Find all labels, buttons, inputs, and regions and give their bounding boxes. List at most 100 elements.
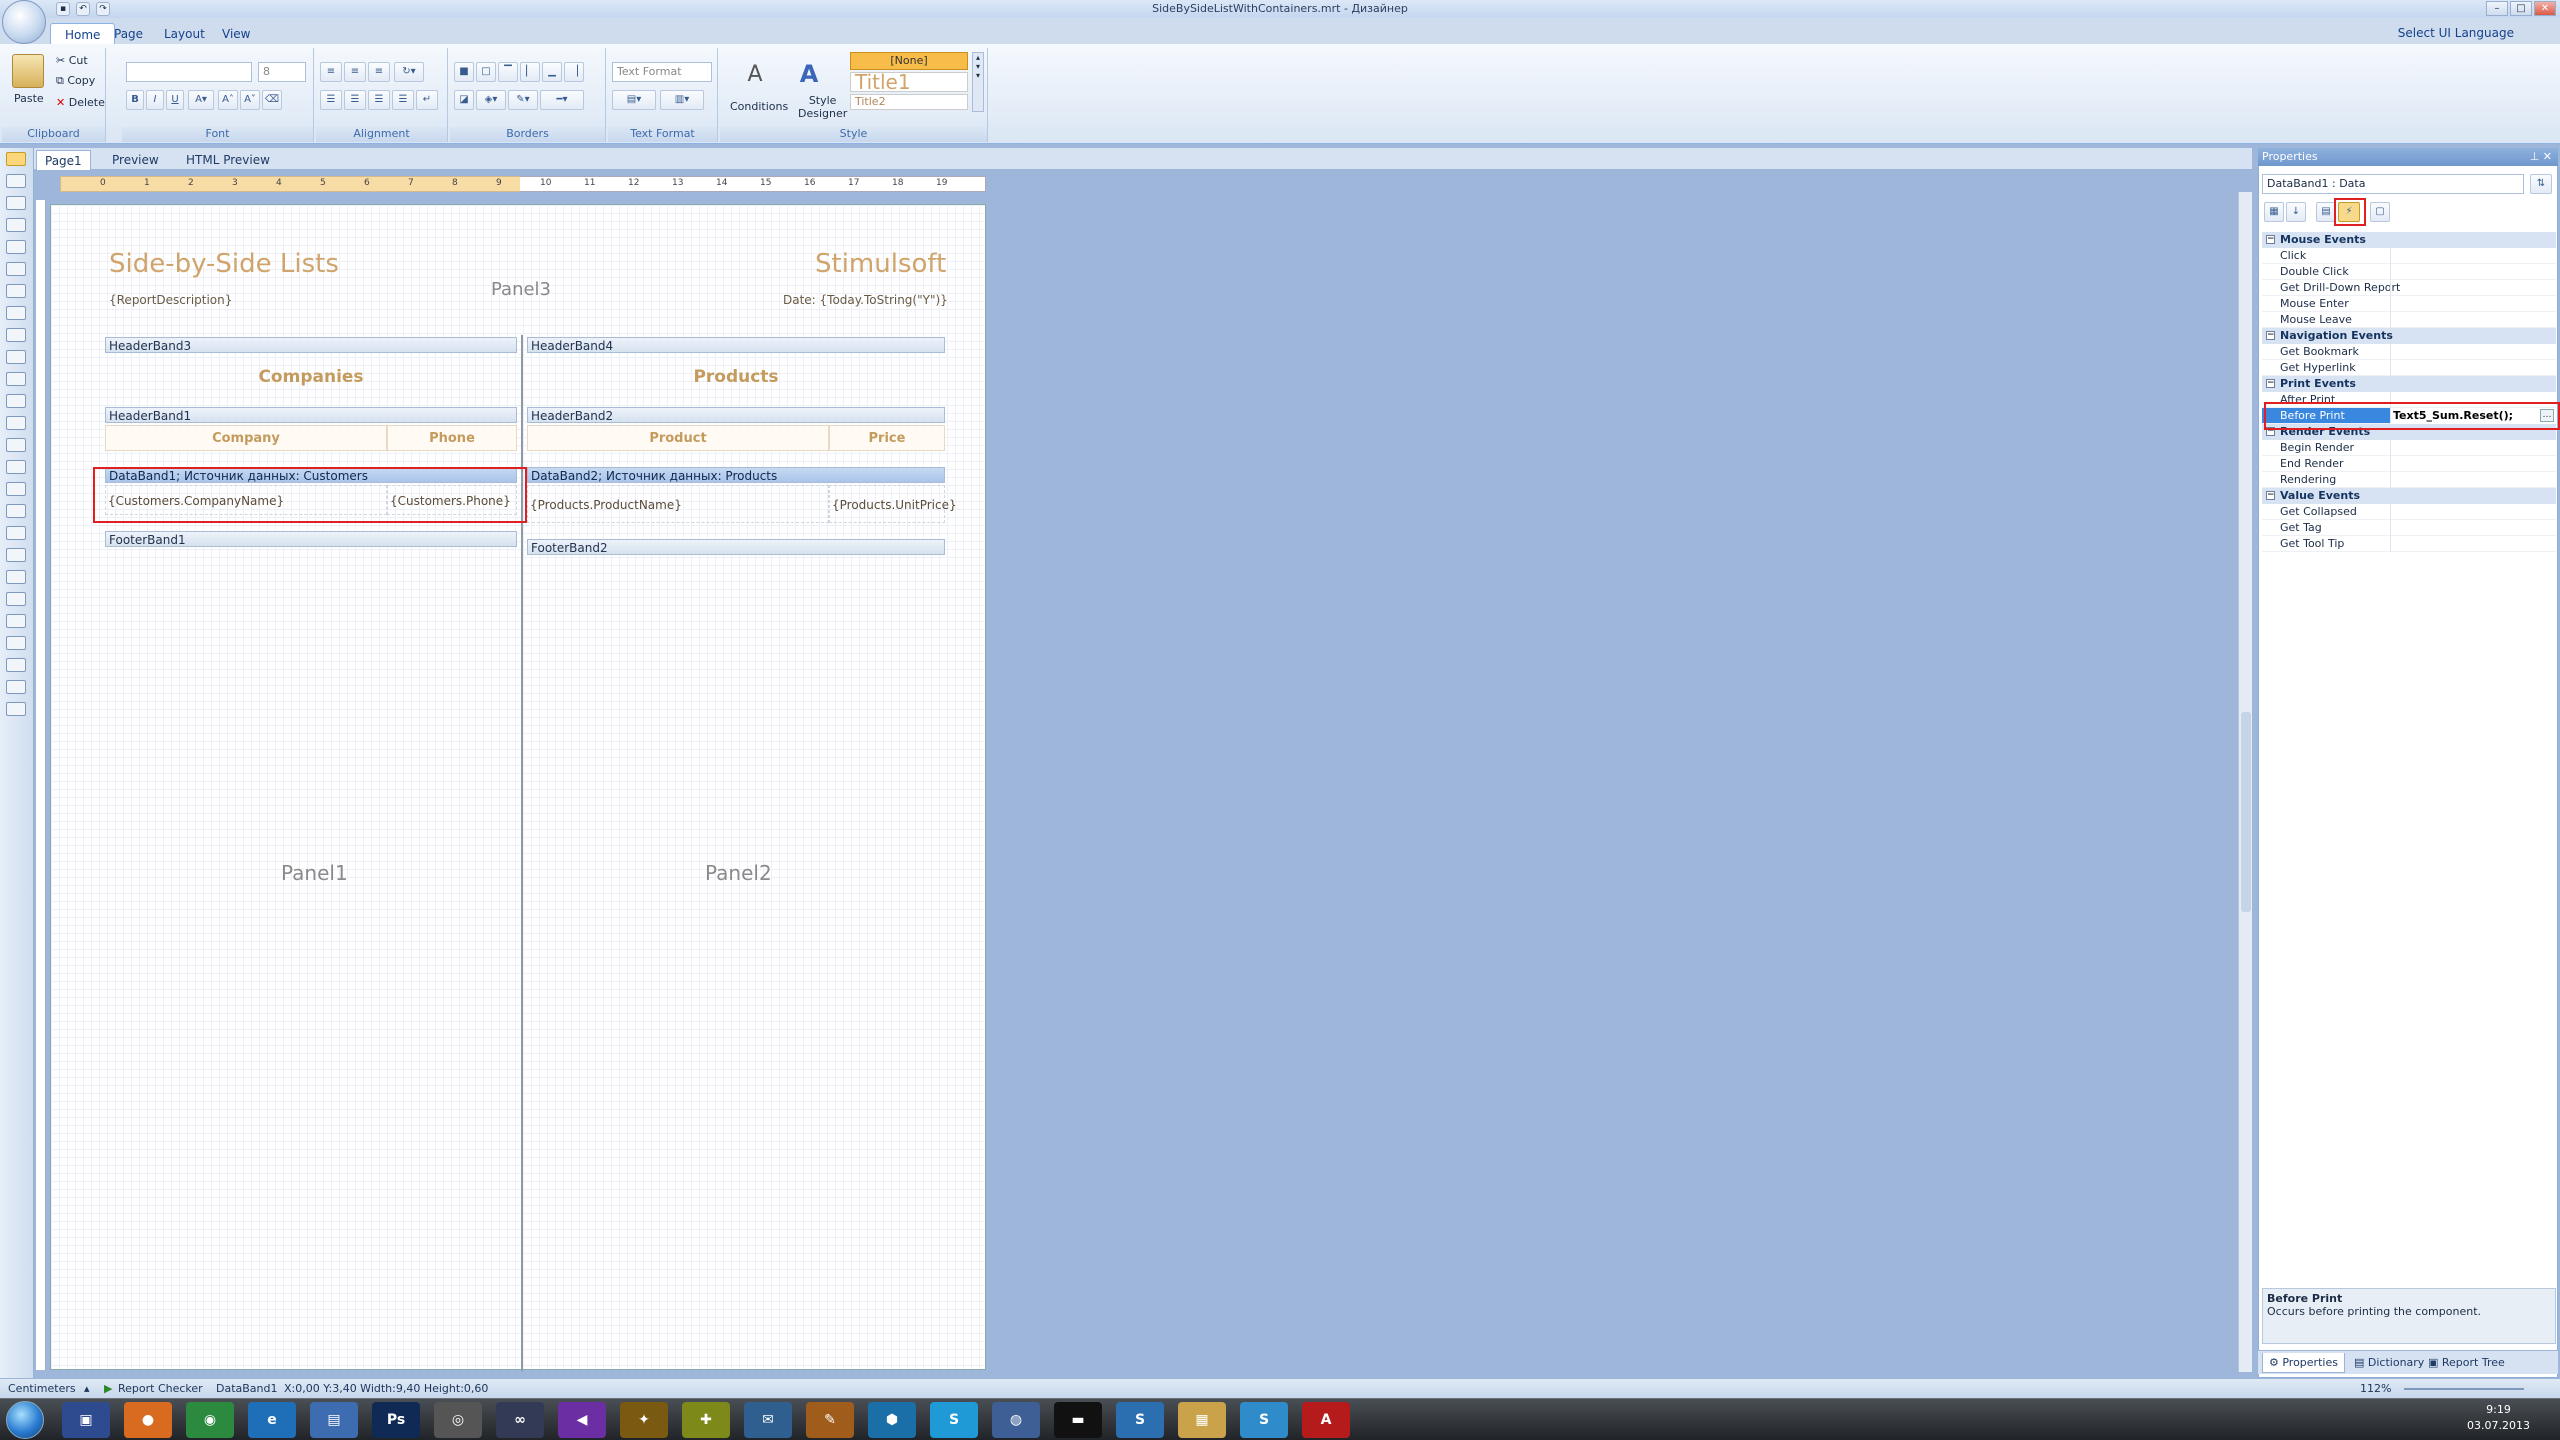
gauge-tool-icon[interactable] (6, 548, 26, 562)
shadow-icon[interactable]: ◪ (454, 90, 474, 110)
tab-dictionary[interactable]: ▤ Dictionary (2348, 1353, 2430, 1373)
border-right-icon[interactable]: ▕ (564, 62, 584, 82)
fill-color-icon[interactable]: ◈▾ (476, 90, 506, 110)
delete-button[interactable]: ✕ Delete (56, 96, 105, 109)
border-none-icon[interactable]: □ (476, 62, 496, 82)
shrink-font-button[interactable]: A˅ (240, 90, 260, 110)
units-selector[interactable]: Centimeters (8, 1379, 76, 1399)
tab-view[interactable]: View (208, 23, 264, 45)
property-row[interactable]: End Render (2262, 456, 2556, 472)
app-menu-button[interactable] (2, 0, 46, 44)
border-all-icon[interactable]: ■ (454, 62, 474, 82)
word-wrap-icon[interactable]: ↵ (416, 90, 438, 110)
report-page[interactable]: Side-by-Side Lists Stimulsoft Panel3 {Re… (50, 204, 986, 1371)
zoom-slider[interactable] (2404, 1388, 2524, 1390)
products-price-cell[interactable]: {Products.UnitPrice} (829, 485, 957, 523)
shape-tool-icon[interactable] (6, 284, 26, 298)
acrobat-taskbar-icon[interactable]: A (1302, 1402, 1350, 1438)
redo-icon[interactable]: ↷ (96, 2, 110, 16)
style-none[interactable]: [None] (850, 52, 968, 70)
undo-icon[interactable]: ↶ (76, 2, 90, 16)
property-row[interactable]: Begin Render (2262, 440, 2556, 456)
settings-tool-icon[interactable] (6, 702, 26, 716)
report-checker-button[interactable]: Report Checker (118, 1379, 203, 1399)
crosstab-tool-icon[interactable] (6, 438, 26, 452)
rotate-text-icon[interactable]: ↻▾ (394, 62, 424, 82)
tab-page1[interactable]: Page1 (36, 150, 91, 170)
property-category[interactable]: − Navigation Events (2262, 328, 2556, 344)
collapse-icon[interactable]: − (2266, 379, 2275, 388)
units-dropdown-icon[interactable]: ▴ (84, 1379, 90, 1399)
tab-html-preview[interactable]: HTML Preview (178, 150, 278, 170)
app6-taskbar-icon[interactable]: ✉ (744, 1402, 792, 1438)
font-size-combo[interactable]: 8 (258, 62, 306, 82)
start-button[interactable] (6, 1401, 44, 1439)
richtext-tool-icon[interactable] (6, 394, 26, 408)
align-left-icon[interactable]: ☰ (320, 90, 342, 110)
collapse-icon[interactable]: − (2266, 491, 2275, 500)
property-row[interactable]: Click (2262, 248, 2556, 264)
image-tool-icon[interactable] (6, 240, 26, 254)
stimulsoft-taskbar-icon[interactable]: S (1116, 1402, 1164, 1438)
format-options2-icon[interactable]: ▥▾ (660, 90, 704, 110)
text-tool-icon[interactable] (6, 218, 26, 232)
border-color-icon[interactable]: ✎▾ (508, 90, 538, 110)
rounded-rect-tool-icon[interactable] (6, 658, 26, 672)
report-title[interactable]: Side-by-Side Lists (109, 249, 339, 279)
property-row[interactable]: Get Drill-Down Report (2262, 280, 2556, 296)
rectangle-tool-icon[interactable] (6, 636, 26, 650)
minimize-button[interactable]: – (2486, 1, 2508, 16)
font-color-button[interactable]: A▾ (188, 90, 214, 110)
system-clock[interactable]: 9:19 03.07.2013 (2467, 1402, 2530, 1434)
app3-taskbar-icon[interactable]: ∞ (496, 1402, 544, 1438)
font-name-combo[interactable] (126, 62, 252, 82)
property-row[interactable]: Get Collapsed (2262, 504, 2556, 520)
companies-heading[interactable]: Companies (105, 357, 517, 397)
app4-taskbar-icon[interactable]: ✦ (620, 1402, 668, 1438)
chart-tool-icon[interactable] (6, 306, 26, 320)
style-gallery-scroll[interactable]: ▴ ▾ ▾ (972, 52, 984, 112)
subreport-tool-icon[interactable] (6, 416, 26, 430)
line-tool-icon[interactable] (6, 614, 26, 628)
border-style-icon[interactable]: ━▾ (540, 90, 584, 110)
designer-taskbar-icon[interactable]: ▣ (62, 1402, 110, 1438)
report-description[interactable]: {ReportDescription} (109, 293, 232, 307)
products-name-cell[interactable]: {Products.ProductName} (527, 485, 829, 523)
property-pages-icon[interactable]: ▢ (2370, 202, 2390, 222)
collapse-icon[interactable]: − (2266, 331, 2275, 340)
vertical-scrollbar[interactable] (2238, 192, 2252, 1372)
align-right-icon[interactable]: ☰ (368, 90, 390, 110)
properties-view-icon[interactable]: ▤ (2316, 202, 2336, 222)
border-top-icon[interactable]: ▔ (498, 62, 518, 82)
phone-column-header[interactable]: Phone (387, 425, 517, 451)
bold-button[interactable]: B (126, 90, 144, 110)
clear-format-icon[interactable]: ⌫ (262, 90, 282, 110)
pin-close-icons[interactable]: ⊥ ✕ (2530, 148, 2552, 166)
property-value[interactable] (2390, 360, 2556, 376)
align-bottom-icon[interactable]: ≡ (368, 62, 390, 82)
property-value[interactable] (2390, 264, 2556, 280)
photoshop-taskbar-icon[interactable]: Ps (372, 1402, 420, 1438)
app5-taskbar-icon[interactable]: ✚ (682, 1402, 730, 1438)
categorized-icon[interactable]: ▦ (2264, 202, 2284, 222)
database-taskbar-icon[interactable]: ◍ (992, 1402, 1040, 1438)
barcode-tool-icon[interactable] (6, 262, 26, 276)
report-checker-icon[interactable]: ▶ (104, 1379, 112, 1399)
product-column-header[interactable]: Product (527, 425, 829, 451)
header-band1[interactable]: HeaderBand1 (105, 407, 517, 423)
sort-icon[interactable]: ⇅ (2530, 174, 2552, 194)
italic-button[interactable]: I (146, 90, 164, 110)
scrollbar-thumb[interactable] (2241, 712, 2251, 912)
app2-taskbar-icon[interactable]: ◎ (434, 1402, 482, 1438)
stimulsoft2-taskbar-icon[interactable]: S (1240, 1402, 1288, 1438)
text-format-combo[interactable]: Text Format (612, 62, 712, 82)
header-band2[interactable]: HeaderBand2 (527, 407, 945, 423)
property-value[interactable] (2390, 504, 2556, 520)
align-center-icon[interactable]: ☰ (344, 90, 366, 110)
align-middle-icon[interactable]: ≡ (344, 62, 366, 82)
property-category[interactable]: − Print Events (2262, 376, 2556, 392)
products-heading[interactable]: Products (527, 357, 945, 397)
zoom-level[interactable]: 112% (2360, 1379, 2391, 1399)
report-date[interactable]: Date: {Today.ToString("Y")} (783, 293, 948, 307)
property-category[interactable]: − Value Events (2262, 488, 2556, 504)
